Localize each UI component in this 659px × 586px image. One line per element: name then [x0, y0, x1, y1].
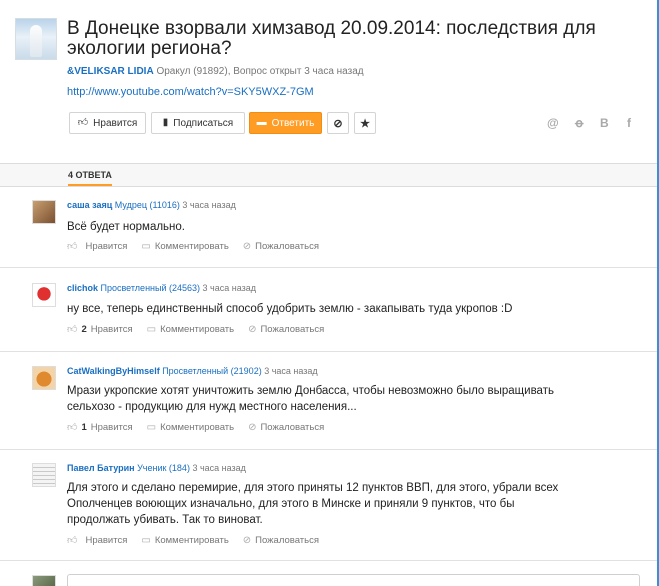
question-meta: &VELIKSAR LIDIA Оракул (91892), Вопрос о… — [67, 66, 364, 77]
vk-share-icon[interactable]: B — [600, 116, 609, 130]
answer-comment-button[interactable]: ▭ Комментировать — [141, 534, 228, 546]
block-button[interactable]: ⊘ — [327, 112, 349, 134]
mail-share-icon[interactable]: @ — [547, 116, 559, 130]
question-block: В Донецке взорвали химзавод 20.09.2014: … — [0, 0, 657, 165]
comment-icon: ▬ — [256, 117, 267, 128]
fb-share-icon[interactable]: f — [627, 116, 631, 130]
star-icon: ★ — [360, 117, 370, 130]
answer-like-button[interactable]: 👍︎ Нравится — [67, 240, 128, 253]
answer-author-name[interactable]: Павел Батурин — [67, 463, 135, 473]
question-link[interactable]: http://www.youtube.com/watch?v=SKY5WXZ-7… — [67, 86, 314, 98]
answer-time: 3 часа назад — [200, 283, 256, 293]
thumbs-up-icon: 👍︎ — [67, 324, 78, 335]
answer-actions: 👍︎ Нравится ▭ Комментировать ⊘ Пожаловаться — [67, 240, 319, 253]
answer-divider — [0, 267, 657, 268]
thumbs-up-icon: 👍︎ — [67, 535, 78, 546]
answer-text: Мрази укропские хотят уничтожить землю Д… — [67, 385, 554, 413]
thumbs-up-icon: 👍︎ — [67, 422, 78, 433]
subscribe-button[interactable]: ▮ Подписаться — [151, 112, 245, 134]
bookmark-icon: ▮ — [162, 117, 169, 128]
answer-meta: Павел Батурин Ученик (184) 3 часа назад — [67, 463, 246, 473]
question-author-avatar[interactable] — [15, 18, 57, 60]
answer-comment-button[interactable]: ▭ Комментировать — [141, 240, 228, 252]
answer-author-name[interactable]: CatWalkingByHimself — [67, 366, 160, 376]
answer-meta: CatWalkingByHimself Просветленный (21902… — [67, 366, 318, 376]
answers-header: 4 ОТВЕТА — [0, 163, 657, 187]
answer-report-button[interactable]: ⊘ Пожаловаться — [248, 421, 324, 433]
answer-author-name[interactable]: clichok — [67, 283, 98, 293]
answer-author-rank: Просветленный (21902) — [159, 366, 262, 376]
answer-author-rank: Просветленный (24563) — [98, 283, 201, 293]
answer-comment-button[interactable]: ▭ Комментировать — [147, 421, 234, 433]
like-count: 2 — [81, 323, 87, 335]
question-author-info: Оракул (91892), Вопрос открыт 3 часа наз… — [153, 66, 364, 77]
answer-time: 3 часа назад — [179, 200, 236, 210]
current-user-avatar — [32, 575, 56, 586]
answer-meta: clichok Просветленный (24563) 3 часа наз… — [67, 283, 256, 293]
answer-input[interactable] — [67, 574, 640, 586]
answer-comment-button[interactable]: ▭ Комментировать — [147, 323, 234, 335]
answer-author-rank: Ученик (184) — [134, 463, 190, 473]
report-label: Пожаловаться — [260, 323, 325, 335]
answer-actions: 👍︎ Нравится ▭ Комментировать ⊘ Пожаловаться — [67, 534, 319, 547]
report-label: Пожаловаться — [255, 534, 319, 546]
answer-avatar[interactable] — [32, 200, 56, 224]
block-icon: ⊘ — [333, 117, 343, 130]
comment-icon: ▭ — [146, 323, 157, 335]
comment-label: Комментировать — [154, 240, 229, 252]
answer-report-button[interactable]: ⊘ Пожаловаться — [243, 240, 319, 252]
answer-author-name[interactable]: саша заяц — [67, 200, 112, 210]
comment-label: Комментировать — [160, 323, 235, 335]
answer-like-button[interactable]: 👍︎ Нравится — [67, 534, 128, 547]
thumbs-up-icon: 👍︎ — [67, 241, 78, 252]
subscribe-button-label: Подписаться — [173, 117, 234, 129]
answer-avatar[interactable] — [32, 366, 56, 390]
tab-answers[interactable]: 4 ОТВЕТА — [68, 170, 112, 186]
comment-label: Комментировать — [160, 421, 235, 433]
answer-meta: саша заяц Мудрец (11016) 3 часа назад — [67, 200, 236, 210]
ok-share-icon[interactable]: ꝋ — [575, 116, 583, 130]
answer-like-button[interactable]: 👍︎ 2 Нравится — [67, 323, 133, 336]
thumbs-up-icon: 👍︎ — [77, 117, 89, 128]
report-icon: ⊘ — [248, 323, 257, 335]
report-icon: ⊘ — [242, 240, 252, 252]
answer-text: ну все, теперь единственный способ удобр… — [67, 303, 513, 315]
answer-author-rank: Мудрец (11016) — [112, 200, 180, 210]
answer-divider — [0, 351, 657, 352]
comment-icon: ▭ — [141, 534, 151, 546]
comment-icon: ▭ — [146, 421, 157, 433]
answer-avatar[interactable] — [32, 283, 56, 307]
like-count: 1 — [81, 421, 87, 433]
report-label: Пожаловаться — [255, 240, 319, 252]
answer-divider — [0, 449, 657, 450]
like-button-label: Нравится — [93, 117, 138, 129]
favorite-button[interactable]: ★ — [354, 112, 376, 134]
report-icon: ⊘ — [242, 534, 252, 546]
answer-actions: 👍︎ 1 Нравится ▭ Комментировать ⊘ Пожаловатьс… — [67, 421, 324, 434]
answer-time: 3 часа назад — [189, 463, 246, 473]
answer-time: 3 часа назад — [261, 366, 318, 376]
answer-actions: 👍︎ 2 Нравится ▭ Комментировать ⊘ Пожаловатьс… — [67, 323, 324, 336]
answer-text: Для этого и сделано перемирие, для этого… — [67, 482, 559, 526]
answer-button-label: Ответить — [271, 117, 315, 129]
answer-report-button[interactable]: ⊘ Пожаловаться — [243, 534, 319, 546]
answer-like-button[interactable]: 👍︎ 1 Нравится — [67, 421, 133, 434]
answer-report-button[interactable]: ⊘ Пожаловаться — [248, 323, 324, 335]
report-icon: ⊘ — [248, 421, 257, 433]
like-button[interactable]: 👍︎ Нравится — [69, 112, 146, 134]
answer-button[interactable]: ▬ Ответить — [249, 112, 322, 134]
question-title: В Донецке взорвали химзавод 20.09.2014: … — [67, 18, 596, 59]
like-label: Нравится — [90, 421, 133, 433]
like-label: Нравится — [90, 323, 133, 335]
answer-text: Всё будет нормально. — [67, 221, 185, 233]
answer-divider — [0, 560, 657, 561]
comment-label: Комментировать — [154, 534, 229, 546]
report-label: Пожаловаться — [260, 421, 325, 433]
like-label: Нравится — [85, 240, 128, 252]
comment-icon: ▭ — [141, 240, 151, 252]
answer-avatar[interactable] — [32, 463, 56, 487]
like-label: Нравится — [85, 534, 128, 546]
question-author-name[interactable]: &VELIKSAR LIDIA — [67, 66, 154, 77]
